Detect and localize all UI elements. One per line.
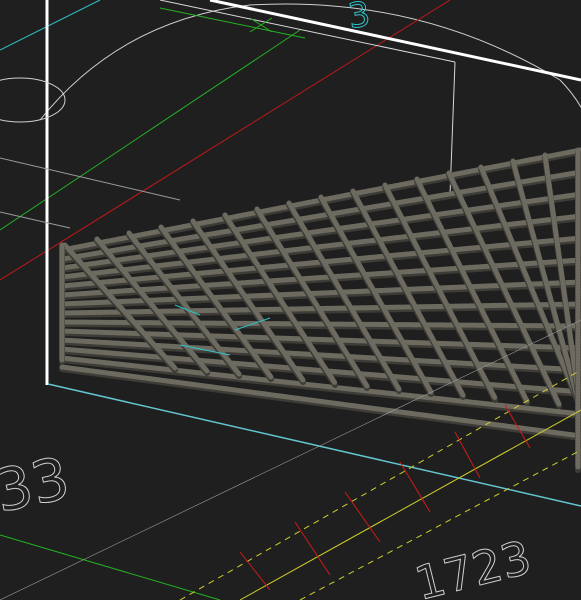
label-top: 3: [346, 0, 373, 37]
viewport-background: [0, 0, 581, 600]
3d-viewport-canvas[interactable]: 3 33 1723: [0, 0, 581, 600]
